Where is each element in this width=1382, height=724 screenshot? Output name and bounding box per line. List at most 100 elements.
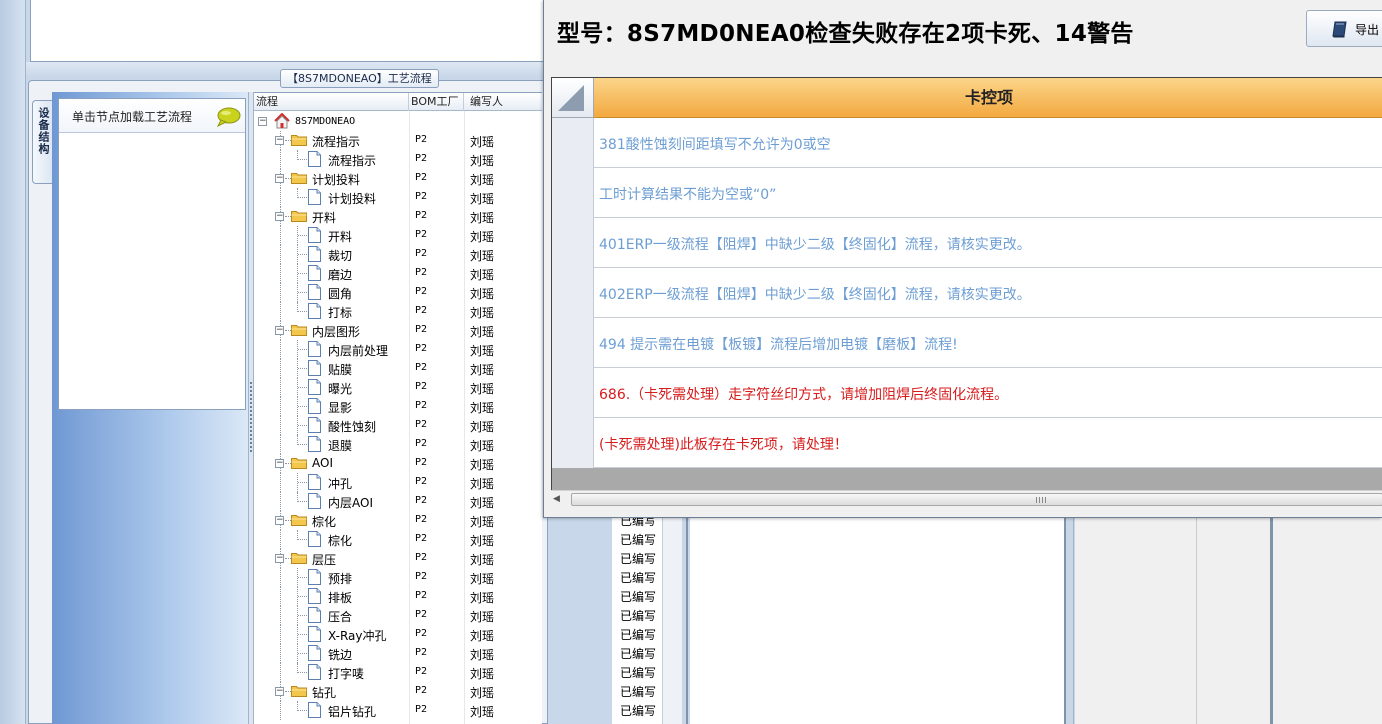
tree-row[interactable]: 退膜 P2 刘瑶 <box>254 435 542 454</box>
tree-row[interactable]: 计划投料 P2 刘瑶 <box>254 188 542 207</box>
collapse-toggle-icon[interactable]: − <box>275 212 284 221</box>
tree-folder-row[interactable]: − 内层图形 P2 刘瑶 <box>254 321 542 340</box>
tree-row[interactable]: 酸性蚀刻 P2 刘瑶 <box>254 416 542 435</box>
tree-node-label: 计划投料 <box>328 192 377 206</box>
column-header-control-item[interactable]: 卡控项 <box>594 78 1382 118</box>
author-cell: 刘瑶 <box>470 135 495 149</box>
tree-row[interactable]: 压合 P2 刘瑶 <box>254 606 542 625</box>
column-header-bom-factory[interactable]: BOM工厂 <box>409 93 464 111</box>
background-splitter <box>1064 512 1074 724</box>
row-header[interactable] <box>552 318 594 368</box>
tree-row[interactable]: 棕化 P2 刘瑶 <box>254 530 542 549</box>
bom-factory-cell: P2 <box>415 210 428 221</box>
collapse-toggle-icon[interactable]: − <box>275 459 284 468</box>
check-item-row[interactable]: 401ERP一级流程【阻焊】中缺少二级【终固化】流程，请核实更改。 <box>552 218 1382 268</box>
tree-row[interactable]: 打标 P2 刘瑶 <box>254 302 542 321</box>
check-item-row[interactable]: 381酸性蚀刻间距填写不允许为0或空 <box>552 118 1382 168</box>
status-column: 已编写 已编写 已编写 已编写 已编写 已编写 已编写 已编写 已编写 已编写 已编写 <box>612 512 662 724</box>
row-header[interactable] <box>552 418 594 468</box>
tree-row[interactable]: 打字唛 P2 刘瑶 <box>254 663 542 682</box>
row-header[interactable] <box>552 218 594 268</box>
background-divider <box>1196 512 1197 724</box>
tree-row[interactable]: 流程指示 P2 刘瑶 <box>254 150 542 169</box>
tree-row[interactable]: 铣边 P2 刘瑶 <box>254 644 542 663</box>
check-item-row[interactable]: 686.（卡死需处理）走字符丝印方式，请增加阻焊后终固化流程。 <box>552 368 1382 418</box>
tree-row[interactable]: X-Ray冲孔 P2 刘瑶 <box>254 625 542 644</box>
bom-factory-cell: P2 <box>415 267 428 278</box>
status-cell: 已编写 <box>620 571 657 585</box>
tree-folder-row[interactable]: − AOI P2 刘瑶 <box>254 454 542 473</box>
collapse-toggle-icon[interactable]: − <box>275 516 284 525</box>
collapse-toggle-icon[interactable]: − <box>275 174 284 183</box>
tree-folder-row[interactable]: − 棕化 P2 刘瑶 <box>254 511 542 530</box>
collapse-toggle-icon[interactable]: − <box>275 326 284 335</box>
tree-row[interactable]: 内层AOI P2 刘瑶 <box>254 492 542 511</box>
tree-connector <box>298 710 307 711</box>
tree-node-label: 裁切 <box>328 249 353 263</box>
tree-row[interactable]: 排板 P2 刘瑶 <box>254 587 542 606</box>
collapse-toggle-icon[interactable]: − <box>258 117 267 126</box>
collapse-toggle-icon[interactable]: − <box>275 687 284 696</box>
check-item-row[interactable]: 494 提示需在电镀【板镀】流程后增加电镀【磨板】流程! <box>552 318 1382 368</box>
bom-factory-cell: P2 <box>415 362 428 373</box>
status-cell: 已编写 <box>620 647 657 661</box>
check-item-row[interactable]: 402ERP一级流程【阻焊】中缺少二级【终固化】流程，请核实更改。 <box>552 268 1382 318</box>
tree-row[interactable]: 预排 P2 刘瑶 <box>254 568 542 587</box>
author-cell: 刘瑶 <box>470 572 495 586</box>
tree-folder-row[interactable]: − 流程指示 P2 刘瑶 <box>254 131 542 150</box>
document-icon <box>308 531 321 547</box>
tree-folder-row[interactable]: − 层压 P2 刘瑶 <box>254 549 542 568</box>
document-icon <box>308 702 321 718</box>
tree-connector <box>280 226 281 245</box>
tree-row[interactable]: 内层前处理 P2 刘瑶 <box>254 340 542 359</box>
row-header[interactable] <box>552 168 594 218</box>
check-item-row[interactable]: (卡死需处理)此板存在卡死项，请处理！ <box>552 418 1382 468</box>
tree-row[interactable]: 显影 P2 刘瑶 <box>254 397 542 416</box>
column-header-author[interactable]: 编写人 <box>464 93 542 111</box>
tree-row[interactable]: 贴膜 P2 刘瑶 <box>254 359 542 378</box>
folder-icon <box>291 135 307 146</box>
row-header[interactable] <box>552 368 594 418</box>
author-cell: 刘瑶 <box>470 173 495 187</box>
tree-folder-row[interactable]: − 钻孔 P2 刘瑶 <box>254 682 542 701</box>
tree-node-label: 打字唛 <box>328 667 365 681</box>
tree-row[interactable]: 圆角 P2 刘瑶 <box>254 283 542 302</box>
tree-row[interactable]: 裁切 P2 刘瑶 <box>254 245 542 264</box>
tree-node-label: 铣边 <box>328 648 353 662</box>
row-header[interactable] <box>552 118 594 168</box>
process-group-title: 【8S7MDONEAO】工艺流程 <box>280 69 439 88</box>
background-splitter <box>682 512 688 724</box>
tree-root-row[interactable]: − 8S7MDONEAO <box>254 112 542 131</box>
tree-row[interactable]: 磨边 P2 刘瑶 <box>254 264 542 283</box>
export-button[interactable]: 导出 <box>1306 10 1382 47</box>
check-item-row[interactable]: 工时计算结果不能为空或“0” <box>552 168 1382 218</box>
tree-row[interactable]: 开料 P2 刘瑶 <box>254 226 542 245</box>
tree-row[interactable]: 铝片钻孔 P2 刘瑶 <box>254 701 542 720</box>
status-cell: 已编写 <box>620 666 657 680</box>
bom-factory-cell: P2 <box>415 685 428 696</box>
check-result-dialog: 型号：8S7MD0NEA0检查失败存在2项卡死、14警告 导出 卡控项 381酸… <box>543 0 1382 518</box>
tree-connector <box>298 596 307 597</box>
tree-row[interactable]: 冲孔 P2 刘瑶 <box>254 473 542 492</box>
tree-row[interactable]: 曝光 P2 刘瑶 <box>254 378 542 397</box>
row-header[interactable] <box>552 268 594 318</box>
tree-folder-row[interactable]: − 开料 P2 刘瑶 <box>254 207 542 226</box>
select-all-corner[interactable] <box>552 78 594 118</box>
scrollbar-thumb[interactable] <box>571 493 1382 506</box>
top-text-area[interactable] <box>30 0 546 62</box>
horizontal-scrollbar[interactable]: ◀ <box>551 490 1382 507</box>
tab-equipment-structure[interactable]: 设备结构 <box>32 100 52 184</box>
collapse-toggle-icon[interactable]: − <box>275 554 284 563</box>
bom-factory-cell: P2 <box>415 172 428 183</box>
splitter-grip[interactable] <box>250 382 252 452</box>
tree-connector <box>280 378 281 397</box>
home-icon <box>274 113 290 129</box>
hint-text: 单击节点加载工艺流程 <box>72 110 193 124</box>
tree-folder-row[interactable]: − 计划投料 P2 刘瑶 <box>254 169 542 188</box>
bom-factory-cell: P2 <box>415 457 428 468</box>
collapse-toggle-icon[interactable]: − <box>275 136 284 145</box>
tree-connector <box>298 577 307 578</box>
column-header-process[interactable]: 流程 <box>254 93 409 111</box>
author-cell: 刘瑶 <box>470 192 495 206</box>
scroll-left-arrow-icon[interactable]: ◀ <box>553 494 563 505</box>
